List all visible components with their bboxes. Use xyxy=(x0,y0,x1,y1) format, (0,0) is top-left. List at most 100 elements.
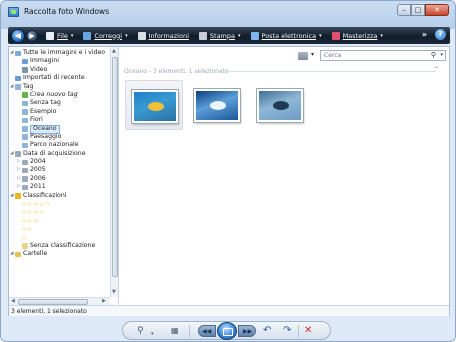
command-menu: File ▾ Correggi ▾ Informazioni Stampa ▾ Posta e… xyxy=(46,31,393,40)
thumbnail-iceberg[interactable] xyxy=(188,80,246,130)
zoom-icon[interactable]: ⚲ xyxy=(137,326,144,336)
nav-item-2005[interactable]: ▷ 2005 xyxy=(9,166,110,174)
info-icon xyxy=(137,31,146,40)
nav-item-rating-5[interactable]: ☆☆☆☆☆ xyxy=(9,200,110,208)
nav-vertical-scrollbar[interactable]: ▲ ▼ xyxy=(110,47,118,297)
dropdown-chevron-icon: ▾ xyxy=(238,32,241,39)
nav-item-tutte-le-immagini-e-i-video[interactable]: ◢ Tutte le immagini e i video xyxy=(9,49,110,57)
nav-item-cartelle[interactable]: ◢ Cartelle xyxy=(9,250,110,258)
nav-item-rating-2[interactable]: ☆☆ xyxy=(9,225,110,233)
thumbnail-sea-turtle[interactable] xyxy=(125,80,183,130)
nav-horizontal-scrollbar[interactable]: ◀ ▶ xyxy=(9,297,110,305)
minimize-button[interactable]: – xyxy=(397,4,411,16)
menu-stampa[interactable]: Stampa ▾ xyxy=(198,31,241,40)
images-icon xyxy=(22,58,28,65)
email-icon xyxy=(250,31,259,40)
delete-icon[interactable]: ✕ xyxy=(304,326,312,336)
close-button[interactable]: ✕ xyxy=(425,4,449,16)
nav-item-label: Tag xyxy=(23,82,34,90)
menu-label: Posta elettronica xyxy=(261,31,317,40)
nav-item-label: Crea nuovo tag xyxy=(30,90,78,98)
nav-item-immagini[interactable]: Immagini xyxy=(9,57,110,65)
calendar-icon xyxy=(22,176,28,182)
photo-subject xyxy=(148,102,164,111)
window: Raccolta foto Windows – □ ✕ ◀ ▶ File ▾ Cor… xyxy=(0,0,456,342)
thumbnail-whale-tail[interactable] xyxy=(251,80,309,130)
rating-stars: ☆☆ xyxy=(21,225,33,234)
nav-item-importati-di-recente[interactable]: Importati di recente xyxy=(9,74,110,82)
search-options-chevron-icon[interactable]: ▾ xyxy=(440,52,443,58)
separator xyxy=(298,325,299,337)
menu-masterizza[interactable]: Masterizza ▾ xyxy=(331,31,383,40)
group-collapse-chevron-icon[interactable]: ⌃ xyxy=(434,66,439,73)
photo-whale-tail xyxy=(257,89,303,122)
scroll-down-icon[interactable]: ▼ xyxy=(112,289,116,295)
view-options-chevron-icon[interactable]: ▾ xyxy=(311,51,314,58)
nav-item-label: Esempio xyxy=(30,107,57,115)
rating-stars: ☆☆☆☆☆ xyxy=(21,200,51,209)
actual-size-icon[interactable]: ▦ xyxy=(171,326,179,336)
rotate-left-icon[interactable]: ↶ xyxy=(263,326,271,336)
scroll-left-icon[interactable]: ◀ xyxy=(11,298,15,304)
nav-item-data-di-acquisizione[interactable]: ◢ Data di acquisizione xyxy=(9,150,110,158)
nav-scroll-thumb[interactable] xyxy=(112,57,118,277)
nav-item-2004[interactable]: ▷ 2004 xyxy=(9,158,110,166)
menu-informazioni[interactable]: Informazioni xyxy=(137,31,189,40)
nav-item-rating-1[interactable]: ☆ xyxy=(9,234,110,242)
calendar-icon xyxy=(15,151,21,157)
menu-label: Stampa xyxy=(209,31,235,40)
nav-item-rating-3[interactable]: ☆☆☆ xyxy=(9,217,110,225)
back-button[interactable]: ◀ xyxy=(11,28,25,43)
nav-item-rating-4[interactable]: ☆☆☆☆ xyxy=(9,208,110,216)
gallery-pane: ▾ ⚲ ▾ Oceano - 3 elementi, 1 selezionato… xyxy=(121,47,449,305)
menu-correggi[interactable]: Correggi ▾ xyxy=(83,31,128,40)
next-button[interactable]: ▶▶ xyxy=(238,325,256,337)
nav-item-parco-nazionale[interactable]: Parco nazionale xyxy=(9,141,110,149)
nav-item-oceano[interactable]: Oceano xyxy=(9,125,110,134)
nav-item-esempio[interactable]: Esempio xyxy=(9,108,110,116)
photo-subject xyxy=(273,101,289,110)
photo-gallery-app-icon xyxy=(8,7,19,17)
search-input[interactable] xyxy=(321,51,421,60)
nav-item-video[interactable]: Video xyxy=(9,66,110,74)
nav-item-paesaggio[interactable]: Paesaggio xyxy=(9,133,110,141)
nav-item-label: Senza tag xyxy=(30,99,61,107)
slideshow-button[interactable] xyxy=(217,322,237,340)
group-header[interactable]: Oceano - 3 elementi, 1 selezionato ⌃ xyxy=(124,66,442,75)
zoom-chevron-icon[interactable]: ▾ xyxy=(151,329,154,339)
dropdown-chevron-icon: ▾ xyxy=(380,32,383,39)
tag-icon xyxy=(15,84,21,90)
all-images-icon xyxy=(15,50,21,56)
photo-iceberg xyxy=(194,89,240,122)
nav-item-label: Paesaggio xyxy=(30,132,62,140)
dropdown-chevron-icon: ▾ xyxy=(70,32,74,39)
menu-label: File xyxy=(57,31,68,40)
previous-button[interactable]: ◀◀ xyxy=(198,325,216,337)
scroll-up-icon[interactable]: ▲ xyxy=(112,48,116,54)
nav-item-senza-classificazione[interactable]: Senza classificazione xyxy=(9,242,110,250)
rotate-right-icon[interactable]: ↷ xyxy=(283,326,291,336)
view-size-icon[interactable] xyxy=(298,52,308,60)
nav-item-label: Video xyxy=(30,65,48,73)
menu-posta-elettronica[interactable]: Posta elettronica ▾ xyxy=(250,31,322,40)
photo-subject xyxy=(210,101,226,110)
nav-item-senza-tag[interactable]: Senza tag xyxy=(9,99,110,107)
maximize-button[interactable]: □ xyxy=(411,4,425,16)
nav-item-tag[interactable]: ◢ Tag xyxy=(9,83,110,91)
search-box[interactable]: ⚲ ▾ xyxy=(320,50,446,61)
nav-item-2011[interactable]: ▷ 2011 xyxy=(9,183,110,191)
search-icon[interactable]: ⚲ xyxy=(431,51,436,59)
nav-item-2006[interactable]: ▷ 2006 xyxy=(9,175,110,183)
previous-icon: ◀◀ xyxy=(202,328,212,335)
forward-button[interactable]: ▶ xyxy=(26,29,38,42)
photo-sea-turtle xyxy=(132,90,178,123)
menu-file[interactable]: File ▾ xyxy=(46,31,74,40)
nav-item-crea-nuovo-tag[interactable]: Crea nuovo tag xyxy=(9,91,110,99)
tag-icon xyxy=(22,117,28,124)
nav-item-classificazioni[interactable]: ◢ Classificazioni xyxy=(9,192,110,200)
new-tag-icon xyxy=(22,92,28,98)
nav-item-fiori[interactable]: Fiori xyxy=(9,116,110,124)
scroll-right-icon[interactable]: ▶ xyxy=(102,298,106,304)
more-commands-button[interactable]: » xyxy=(422,30,427,39)
help-button[interactable]: ? xyxy=(435,29,446,40)
